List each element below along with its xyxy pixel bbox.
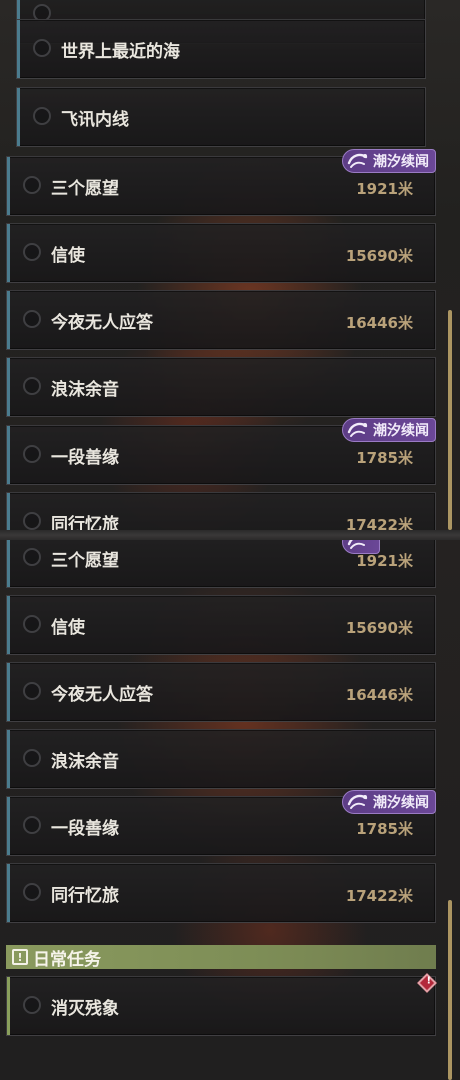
quest-title: 世界上最近的海	[61, 42, 180, 62]
track-toggle-icon[interactable]	[23, 445, 41, 463]
quest-title: 三个愿望	[51, 179, 119, 199]
quest-distance: 1921米	[356, 180, 413, 198]
track-toggle-icon[interactable]	[23, 512, 41, 530]
track-toggle-icon[interactable]	[23, 243, 41, 261]
quest-title: 消灭残象	[51, 999, 119, 1019]
quest-distance: 17422米	[345, 887, 413, 905]
section-title: 日常任务	[33, 949, 101, 970]
track-toggle-icon[interactable]	[23, 816, 41, 834]
quest-row-messenger[interactable]: 信使 15690米	[6, 595, 436, 655]
tide-tag: 潮汐续闻	[342, 149, 436, 173]
tide-swirl-icon	[345, 150, 371, 172]
quest-list-top[interactable]: 世界上最近的海 飞讯内线 潮汐续闻 三个愿望 1921米 信使 15690米 今…	[0, 0, 460, 530]
quest-title: 同行忆旅	[51, 886, 119, 906]
quest-distance: 15690米	[345, 247, 413, 265]
track-toggle-icon[interactable]	[23, 615, 41, 633]
quest-title: 同行忆旅	[51, 515, 119, 530]
quest-title: 三个愿望	[51, 551, 119, 571]
quest-row-foam-echo[interactable]: 浪沫余音	[6, 729, 436, 789]
track-toggle-icon[interactable]	[23, 548, 41, 566]
track-toggle-icon[interactable]	[23, 996, 41, 1014]
track-toggle-icon[interactable]	[23, 377, 41, 395]
quest-title: 一段善缘	[51, 819, 119, 839]
track-toggle-icon[interactable]	[33, 39, 51, 57]
quest-title: 浪沫余音	[51, 752, 119, 772]
divider	[0, 530, 460, 540]
scrollbar[interactable]	[448, 310, 452, 530]
tide-tag: 潮汐续闻	[342, 418, 436, 442]
tag-label: 潮汐续闻	[373, 795, 429, 811]
track-toggle-icon[interactable]	[23, 176, 41, 194]
track-toggle-icon[interactable]	[23, 883, 41, 901]
quest-row-journey[interactable]: 同行忆旅 17422米	[6, 492, 436, 530]
quest-row-feixun[interactable]: 飞讯内线	[16, 87, 426, 147]
quest-distance: 1785米	[356, 449, 413, 467]
track-toggle-icon[interactable]	[23, 749, 41, 767]
quest-row-journey[interactable]: 同行忆旅 17422米	[6, 863, 436, 923]
quest-title: 浪沫余音	[51, 380, 119, 400]
tag-label: 潮汐续闻	[373, 423, 429, 439]
scrollbar[interactable]	[448, 900, 452, 1080]
quest-title: 飞讯内线	[61, 110, 129, 130]
quest-title: 今夜无人应答	[51, 313, 153, 333]
quest-title: 信使	[51, 618, 85, 638]
quest-row-eliminate-echo[interactable]: 消灭残象	[6, 976, 436, 1036]
badge-mark: !	[426, 975, 432, 987]
quest-distance: 16446米	[345, 686, 413, 704]
tide-swirl-icon	[345, 540, 371, 553]
quest-distance: 1785米	[356, 820, 413, 838]
quest-title: 今夜无人应答	[51, 685, 153, 705]
quest-row-no-answer[interactable]: 今夜无人应答 16446米	[6, 290, 436, 350]
quest-row-world-nearest-sea[interactable]: 世界上最近的海	[16, 19, 426, 79]
tide-tag: 潮汐续闻	[342, 790, 436, 814]
quest-row-no-answer[interactable]: 今夜无人应答 16446米	[6, 662, 436, 722]
track-toggle-icon[interactable]	[33, 107, 51, 125]
alert-icon: !	[12, 949, 28, 965]
tide-tag	[342, 540, 380, 554]
quest-distance: 15690米	[345, 619, 413, 637]
quest-distance: 17422米	[345, 516, 413, 530]
tide-swirl-icon	[345, 419, 371, 441]
quest-distance: 16446米	[345, 314, 413, 332]
track-toggle-icon[interactable]	[23, 310, 41, 328]
quest-row-messenger[interactable]: 信使 15690米	[6, 223, 436, 283]
tag-label: 潮汐续闻	[373, 154, 429, 170]
daily-section-header[interactable]: ! 日常任务	[6, 945, 436, 970]
quest-title: 信使	[51, 246, 85, 266]
track-toggle-icon[interactable]	[23, 682, 41, 700]
quest-title: 一段善缘	[51, 448, 119, 468]
quest-row-foam-echo[interactable]: 浪沫余音	[6, 357, 436, 417]
tide-swirl-icon	[345, 791, 371, 813]
